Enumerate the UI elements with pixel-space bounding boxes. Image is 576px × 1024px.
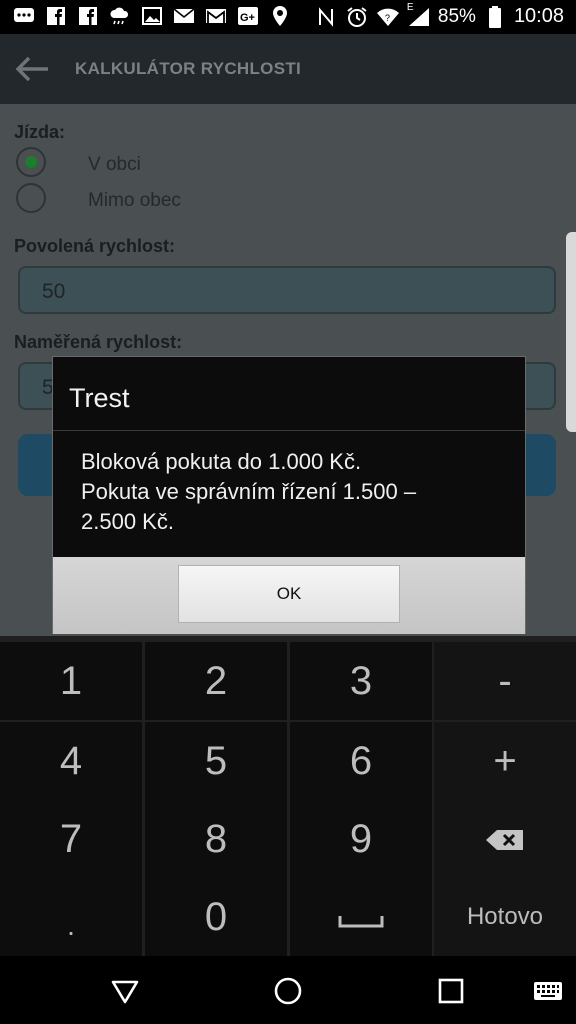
key-9[interactable]: 9 — [290, 800, 432, 878]
numeric-keyboard: 1 2 3 - 4 5 6 + 7 8 9 . 0 Hotovo — [0, 636, 576, 956]
done-key[interactable]: Hotovo — [434, 878, 576, 956]
home-nav-icon[interactable] — [273, 976, 303, 1006]
weather-icon — [108, 5, 132, 27]
dialog-message-line: 2.500 Kč. — [81, 509, 174, 534]
svg-text:?: ? — [385, 13, 390, 23]
google-plus-icon: G+ — [236, 5, 260, 27]
dialog-button-bar: OK — [53, 557, 525, 634]
key-0[interactable]: 0 — [145, 878, 287, 956]
penalty-dialog: Trest Bloková pokuta do 1.000 Kč. Pokuta… — [52, 356, 526, 634]
radio-in-town-label[interactable]: V obci — [88, 154, 141, 176]
key-minus[interactable]: - — [434, 642, 576, 720]
radio-in-town[interactable] — [16, 147, 46, 177]
toolbar: KALKULÁTOR RYCHLOSTI — [0, 34, 576, 104]
clock: 10:08 — [513, 5, 564, 27]
battery-icon — [483, 5, 507, 28]
svg-text:G+: G+ — [240, 12, 255, 24]
measured-speed-label: Naměřená rychlost: — [14, 332, 183, 352]
facebook-icon — [44, 5, 68, 27]
navigation-bar — [0, 956, 576, 1024]
key-2[interactable]: 2 — [145, 642, 287, 720]
space-key[interactable] — [290, 878, 432, 956]
key-plus[interactable]: + — [434, 722, 576, 800]
signal-icon: E — [407, 2, 431, 28]
key-dot[interactable]: . — [0, 878, 142, 956]
dialog-title: Trest — [69, 383, 130, 413]
ok-button[interactable]: OK — [178, 565, 400, 623]
keyboard-switch-icon[interactable] — [532, 976, 564, 1006]
allowed-speed-input[interactable]: 50 — [18, 266, 556, 314]
side-panel-handle[interactable] — [566, 232, 576, 432]
dialog-divider — [53, 430, 525, 431]
allowed-speed-value: 50 — [42, 280, 66, 303]
radio-out-of-town[interactable] — [16, 183, 46, 213]
back-arrow-icon[interactable] — [14, 54, 50, 84]
recents-nav-icon[interactable] — [436, 976, 466, 1006]
backspace-key[interactable] — [434, 800, 576, 878]
email-icon — [172, 5, 196, 27]
battery-percent: 85% — [437, 5, 476, 27]
key-7[interactable]: 7 — [0, 800, 142, 878]
backspace-icon — [485, 817, 525, 862]
network-type: E — [406, 1, 414, 13]
key-6[interactable]: 6 — [290, 722, 432, 800]
space-icon — [337, 895, 385, 940]
key-4[interactable]: 4 — [0, 722, 142, 800]
key-1[interactable]: 1 — [0, 642, 142, 720]
nfc-icon — [314, 6, 338, 28]
chat-icon — [12, 5, 36, 27]
radio-out-of-town-label[interactable]: Mimo obec — [88, 190, 181, 212]
allowed-speed-label: Povolená rychlost: — [14, 236, 176, 256]
facebook-icon — [76, 5, 100, 27]
key-3[interactable]: 3 — [290, 642, 432, 720]
dialog-message-line: Pokuta ve správním řízení 1.500 – — [81, 479, 417, 504]
ride-label: Jízda: — [14, 122, 66, 142]
page-title: KALKULÁTOR RYCHLOSTI — [75, 59, 302, 78]
key-8[interactable]: 8 — [145, 800, 287, 878]
back-nav-icon[interactable] — [110, 976, 140, 1006]
alarm-icon — [345, 6, 369, 28]
gmail-icon — [204, 5, 228, 27]
location-icon — [268, 5, 292, 27]
dialog-message-line: Bloková pokuta do 1.000 Kč. — [81, 449, 362, 474]
image-icon — [140, 5, 164, 27]
dialog-message: Bloková pokuta do 1.000 Kč. Pokuta ve sp… — [81, 447, 501, 537]
wifi-icon: ? — [376, 6, 400, 28]
status-bar: G+ ? E 85% 10:08 — [0, 0, 576, 34]
key-5[interactable]: 5 — [145, 722, 287, 800]
